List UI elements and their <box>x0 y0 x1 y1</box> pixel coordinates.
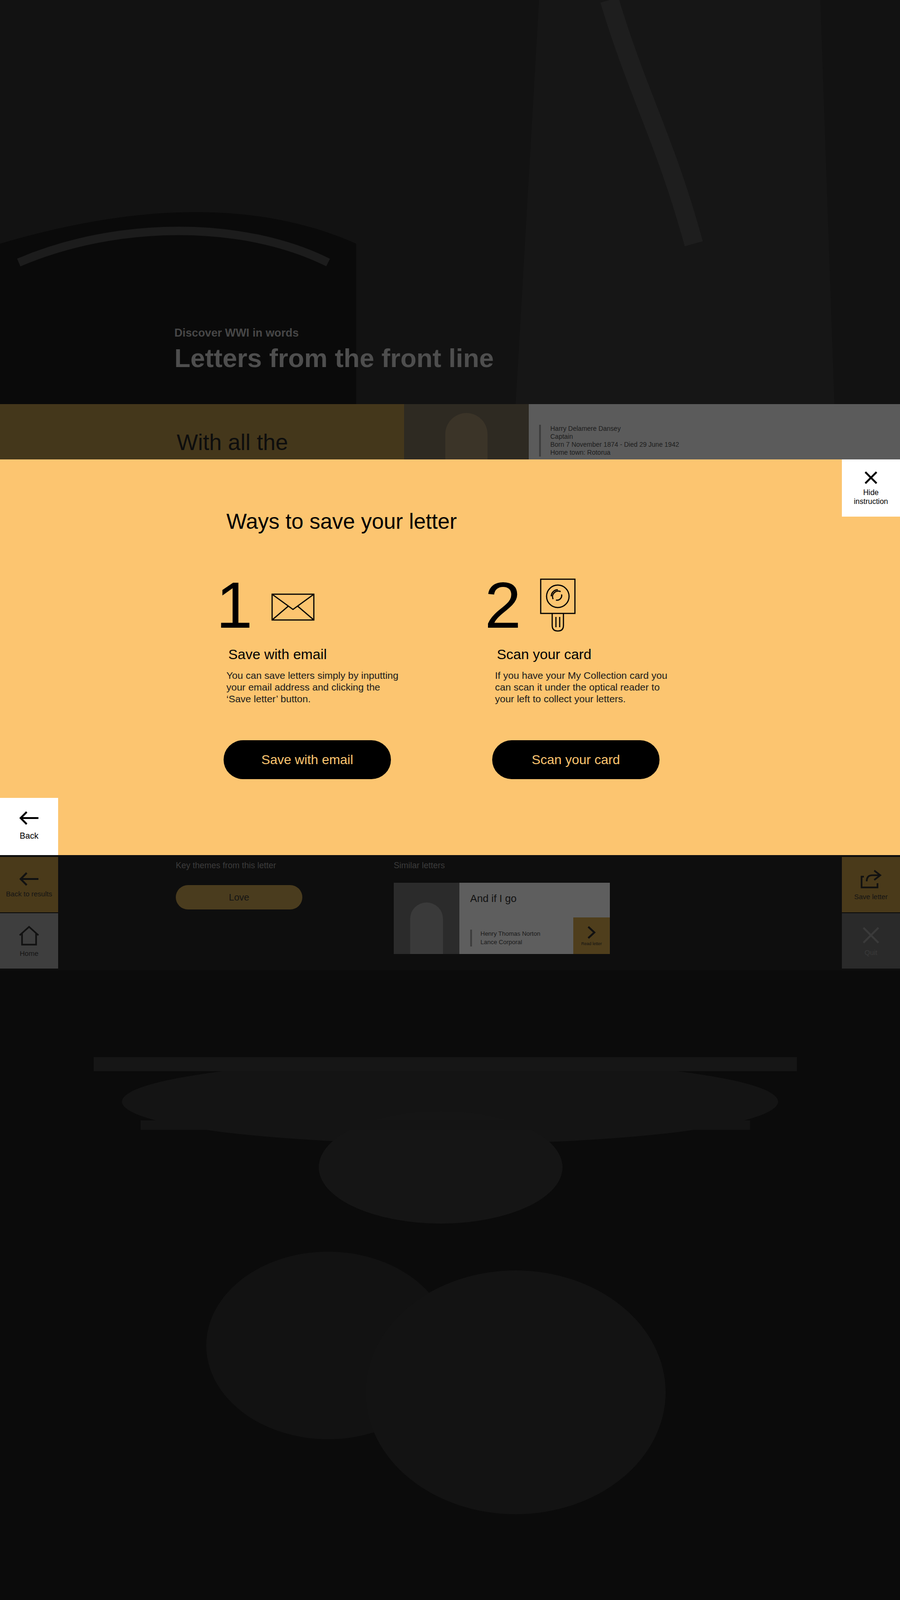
nav-label: Save letter <box>847 892 895 901</box>
hide-label: Hide instruction <box>849 487 893 506</box>
envelope-icon <box>271 593 315 621</box>
hero: Discover WWI in words Letters from the f… <box>0 0 900 405</box>
arrow-left-icon <box>18 810 40 825</box>
share-icon <box>860 869 882 889</box>
arrow-left-icon <box>18 871 40 886</box>
nav-label: Quit <box>847 948 895 957</box>
bottom-art <box>0 970 900 1600</box>
card-scanner-icon <box>540 578 576 632</box>
author-line: Born 7 November 1874 - Died 29 June 1942 <box>550 440 900 449</box>
home-icon <box>17 924 41 946</box>
soldier-art-icon <box>0 970 900 1600</box>
similar-heading: Similar letters <box>393 859 610 871</box>
read-letter-button[interactable]: Read letter <box>573 917 610 954</box>
themes-heading: Key themes from this letter <box>175 859 394 871</box>
card-bottom: Henry Thomas NortonLance Corporal Read le… <box>470 908 610 954</box>
card-name: Henry Thomas Norton <box>480 929 541 938</box>
option-title: Scan your card <box>484 645 754 663</box>
home-button[interactable]: Home <box>0 913 59 969</box>
save-option: 1 Save with email You can save letters sim… <box>216 574 485 780</box>
theme-tag[interactable]: Love <box>175 885 303 910</box>
quit-icon <box>861 925 881 945</box>
hide-instruction-button[interactable]: Hide instruction <box>841 459 900 517</box>
card-rank: Lance Corporal <box>480 937 541 947</box>
close-icon <box>863 470 879 486</box>
option-title: Save with email <box>216 645 485 663</box>
scan-card-button[interactable]: Scan your card <box>492 740 660 780</box>
nav-label: Home <box>5 949 53 958</box>
card-body: And if I go Henry Thomas NortonLance Corp… <box>459 882 610 954</box>
back-to-results-button[interactable]: Back to results <box>0 856 59 913</box>
option-description: You can save letters simply by inputting… <box>216 669 404 705</box>
quit-button[interactable]: Quit <box>841 913 900 969</box>
back-label: Back <box>19 829 39 843</box>
option-header: 2 <box>484 574 754 645</box>
save-letter-button[interactable]: Save letter <box>841 856 900 913</box>
letter-header: With all the Harry Delamere DanseyCaptai… <box>0 404 900 460</box>
read-letter-label: Read letter <box>581 941 602 947</box>
author-line: Harry Delamere Dansey <box>550 424 900 433</box>
button-wrap: Save with email <box>216 740 485 780</box>
save-option: 2 Scan your card If you have your My Colle… <box>484 574 754 780</box>
instruction-panel: Hide instruction Ways to save your lette… <box>0 459 900 855</box>
option-number: 1 <box>216 574 253 636</box>
letter-footer: Back to results Home Key themes from this… <box>0 855 900 971</box>
back-button[interactable]: Back <box>0 797 59 855</box>
option-description: If you have your My Collection card you … <box>484 669 673 705</box>
hero-kicker: Discover WWI in words <box>174 325 900 341</box>
author-line: Home town: Rotorua <box>550 448 900 457</box>
letter-title: With all the <box>176 429 405 456</box>
button-wrap: Scan your card <box>484 740 754 780</box>
option-header: 1 <box>216 574 485 645</box>
soldier-photo <box>393 882 460 954</box>
nav-label: Back to results <box>5 889 53 898</box>
card-author: Henry Thomas NortonLance Corporal <box>470 929 541 947</box>
chevron-right-icon <box>586 925 597 940</box>
instruction-title: Ways to save your letter <box>226 508 900 535</box>
author-line: Captain <box>550 432 900 441</box>
soldier-figure <box>410 902 443 954</box>
card-title: And if I go <box>470 892 610 906</box>
author-photo <box>404 404 529 460</box>
option-number: 2 <box>484 574 522 636</box>
save-email-button[interactable]: Save with email <box>223 740 391 780</box>
similar-letter-card[interactable]: And if I go Henry Thomas NortonLance Corp… <box>393 882 610 954</box>
hero-title: Letters from the front line <box>174 342 900 375</box>
